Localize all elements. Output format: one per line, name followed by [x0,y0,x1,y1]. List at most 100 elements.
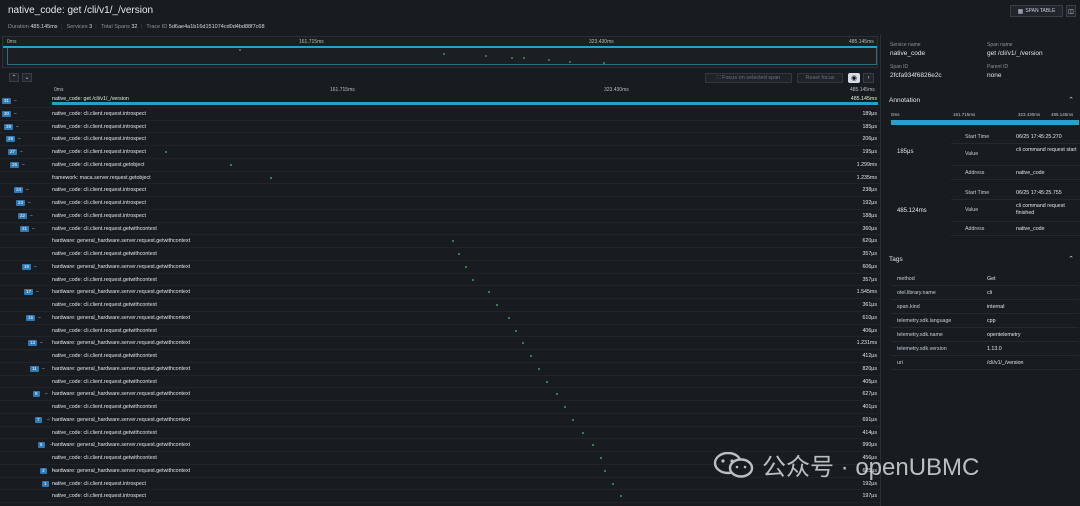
child-count-toggle[interactable]: 24 [14,187,24,194]
span-row[interactable]: 27 − native_code: cli.client.request.intr… [0,146,880,159]
span-row[interactable]: 9 − hardware: general_hardware.server.req… [0,388,880,401]
span-row[interactable]: native_code: cli.client.request.getwithc… [0,274,880,287]
collapse-icon: − [20,149,23,155]
span-row[interactable]: native_code: cli.client.request.getwithc… [0,325,880,338]
span-name: native_code: cli.client.request.getwithc… [52,276,157,283]
collapse-icon: − [16,123,19,130]
span-row[interactable]: 24 − native_code: cli.client.request.intr… [0,184,880,197]
span-name: hardware: general_hardware.server.reques… [52,365,191,372]
span-row[interactable]: 11 − hardware: general_hardware.server.re… [0,363,880,376]
span-row[interactable]: 23 − native_code: cli.client.request.intr… [0,197,880,210]
service-name-label: Service name [890,42,921,48]
span-row[interactable]: 30 − native_code: cli.client.request.intr… [0,108,880,121]
child-count-toggle[interactable]: 29 [4,123,14,130]
span-row[interactable]: 7 − hardware: general_hardware.server.req… [0,414,880,427]
span-table-button[interactable]: ▦ SPAN TABLE [1010,5,1063,17]
duration-value: 485.145ms [30,24,58,30]
span-row[interactable]: hardware: general_hardware.server.reques… [0,235,880,248]
annotation-key: Value [965,151,979,157]
minimap-span-mark [443,53,445,55]
child-count-toggle[interactable]: 17 [24,289,34,296]
child-count-toggle[interactable]: 22 [18,212,28,219]
span-name: native_code: cli.client.request.getwithc… [52,327,157,334]
reset-focus-button[interactable]: Reset focus [797,73,843,83]
child-count-toggle[interactable]: 27 [8,149,18,155]
minimap-tick: 323.430ms [589,39,614,45]
expand-down-icon[interactable]: ⌄ [22,73,32,82]
child-count-toggle[interactable]: 31 [2,98,12,104]
annotation-offset: 485.124ms [897,208,927,214]
span-name: hardware: general_hardware.server.reques… [52,442,191,449]
span-row[interactable]: 13 − hardware: general_hardware.server.re… [0,337,880,350]
span-duration: 206μs [862,136,877,143]
collapse-icon: − [36,289,39,296]
span-row[interactable]: framework: maca.server.request.getobject… [0,172,880,185]
span-row[interactable]: 21 − native_code: cli.client.request.getw… [0,223,880,236]
span-row[interactable]: native_code: cli.client.request.getwithc… [0,350,880,363]
annotation-title: Annotation [889,97,921,104]
span-duration: 188μs [862,212,877,219]
span-duration: 414μs [862,429,877,436]
child-count-toggle[interactable]: 23 [16,200,26,206]
tag-row: span.kind internal [891,300,1079,314]
span-name: native_code: cli.client.request.getwithc… [52,302,157,308]
focus-selected-span-button[interactable]: ⛶ Focus on selected span [705,73,792,83]
collapse-icon: − [47,416,50,423]
child-count-toggle[interactable]: 30 [2,110,12,117]
annotation-axis-tick: 0ms [891,112,900,117]
child-count-toggle[interactable]: 9 [33,391,40,398]
child-count-toggle[interactable]: 11 [30,365,39,372]
span-row[interactable]: 26 − native_code: cli.client.request.geto… [0,159,880,172]
span-name: hardware: general_hardware.server.reques… [52,416,191,423]
span-duration: 357μs [862,251,877,257]
span-name: native_code: cli.client.request.getwithc… [52,251,157,257]
timeline-controls: ⌃ ⌄ ⛶ Focus on selected span Reset focus… [0,71,880,85]
child-count-toggle[interactable]: 28 [6,136,16,143]
span-duration: 1.235ms [856,174,877,181]
minimap-viewing-window[interactable] [7,48,877,65]
child-count-toggle[interactable]: 15 [26,314,36,321]
minimap[interactable]: 0ms 161.715ms 323.430ms 485.145ms [2,36,878,68]
tag-key: telemetry.sdk.language [897,318,952,324]
collapse-annotation-icon[interactable]: ⌃ [1068,96,1074,104]
span-row[interactable]: native_code: cli.client.request.introspe… [0,490,880,503]
child-count-toggle[interactable]: 19 [22,263,32,270]
tag-value: opentelemetry [987,332,1021,338]
collapse-icon: − [18,136,21,143]
span-row[interactable]: native_code: cli.client.request.getwithc… [0,376,880,389]
span-row[interactable]: native_code: cli.client.request.getwithc… [0,401,880,414]
collapse-tags-icon[interactable]: ⌃ [1068,255,1074,263]
span-row[interactable]: 22 − native_code: cli.client.request.intr… [0,210,880,223]
child-count-toggle[interactable]: 7 [35,416,42,423]
child-count-toggle[interactable]: 3 [40,467,47,474]
span-bar [612,482,614,485]
child-count-toggle[interactable]: 21 [20,225,30,232]
services-label: Services [66,24,88,30]
span-row[interactable]: 19 − hardware: general_hardware.server.re… [0,261,880,274]
expand-up-icon[interactable]: ⌃ [9,73,19,82]
chevron-right-icon[interactable]: › [863,73,874,83]
span-row[interactable]: native_code: cli.client.request.getwithc… [0,248,880,261]
eye-icon[interactable]: ◉ [848,73,860,83]
span-bar [230,163,232,166]
span-bar [496,304,498,306]
tag-key: uri [897,360,903,366]
trace-timeline-panel: 0ms 161.715ms 323.430ms 485.145ms ⌃ ⌄ ⛶ … [0,34,880,506]
span-duration: 1.231ms [856,340,877,347]
span-row[interactable]: native_code: cli.client.request.getwithc… [0,427,880,440]
span-row[interactable]: 17 − hardware: general_hardware.server.re… [0,286,880,299]
span-row[interactable]: 28 − native_code: cli.client.request.intr… [0,133,880,146]
span-row[interactable]: 15 − hardware: general_hardware.server.re… [0,312,880,325]
collapse-icon: − [32,225,35,232]
child-count-toggle[interactable]: 26 [10,161,20,168]
split-view-icon[interactable]: ◫ [1066,5,1076,17]
child-count-toggle[interactable]: 1 [42,480,49,487]
span-row[interactable]: 29 − native_code: cli.client.request.intr… [0,121,880,134]
child-count-toggle[interactable]: 13 [28,340,38,347]
span-duration: 185μs [862,123,877,130]
child-count-toggle[interactable]: 5 [38,442,45,449]
tag-row: uri/cli/v1/_/version [891,356,1079,370]
span-row[interactable]: native_code: cli.client.request.getwithc… [0,299,880,312]
focus-label: Focus on selected span [722,75,781,81]
span-row[interactable]: 31 − native_code: get /cli/v1/_/version 48… [0,95,880,108]
